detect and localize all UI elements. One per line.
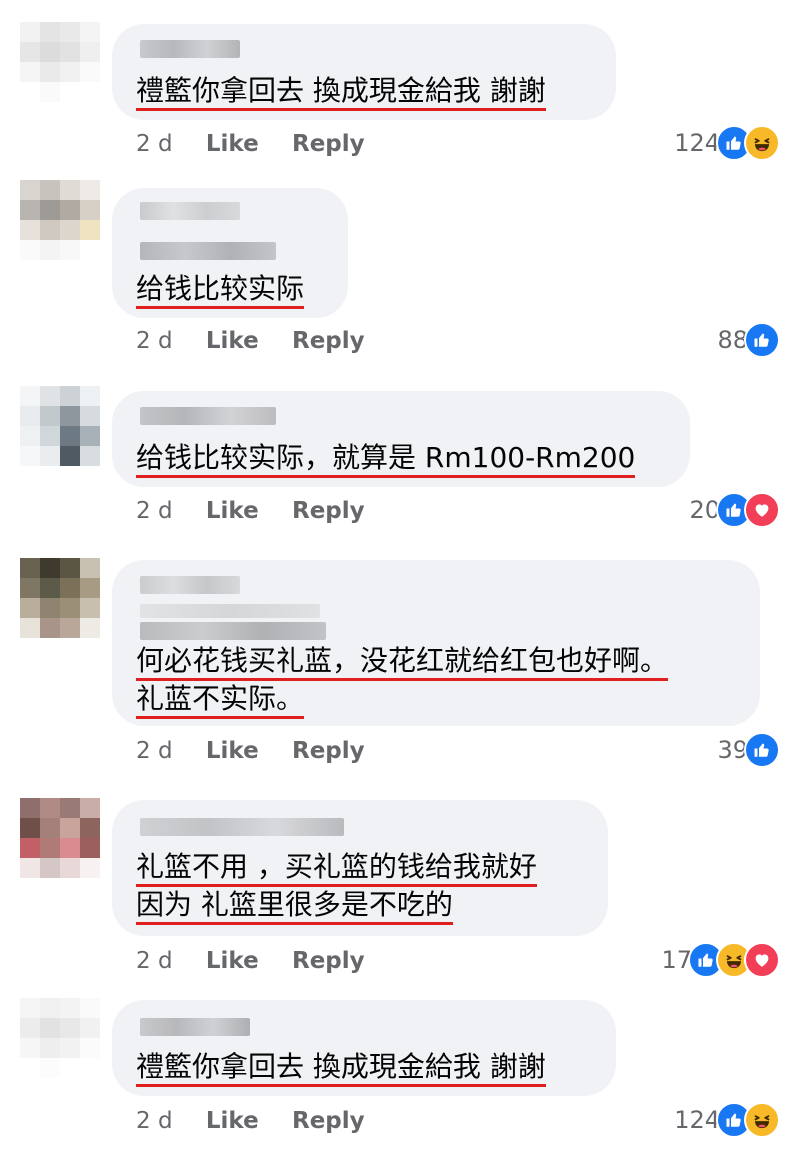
avatar[interactable] — [20, 386, 100, 466]
commenter-subtitle — [140, 242, 276, 260]
reaction-summary[interactable]: 17 — [661, 942, 780, 978]
commenter-name[interactable] — [140, 1018, 250, 1036]
like-button[interactable]: Like — [206, 738, 259, 764]
avatar[interactable] — [20, 180, 100, 260]
comment-text: 何必花钱买礼蓝，没花红就给红包也好啊。 — [136, 642, 669, 681]
avatar[interactable] — [20, 998, 100, 1078]
comment-actions: 2 d Like Reply — [136, 736, 365, 766]
timestamp[interactable]: 2 d — [136, 328, 173, 354]
comment-text: 给钱比较实际，就算是 Rm100-Rm200 — [136, 439, 636, 478]
avatar[interactable] — [20, 798, 100, 878]
comment-actions: 2 d Like Reply — [136, 326, 365, 356]
comment-bubble: 禮籃你拿回去 換成現金給我 謝謝 — [112, 1000, 616, 1096]
reply-button[interactable]: Reply — [292, 1108, 365, 1134]
commenter-name[interactable] — [140, 576, 240, 594]
timestamp[interactable]: 2 d — [136, 738, 173, 764]
avatar[interactable] — [20, 558, 100, 638]
comment-actions: 2 d Like Reply — [136, 129, 365, 159]
like-button[interactable]: Like — [206, 131, 259, 157]
timestamp[interactable]: 2 d — [136, 948, 173, 974]
haha-icon — [744, 1102, 780, 1138]
like-button[interactable]: Like — [206, 948, 259, 974]
love-icon — [744, 942, 780, 978]
commenter-name[interactable] — [140, 40, 240, 58]
timestamp[interactable]: 2 d — [136, 498, 173, 524]
comment-actions: 2 d Like Reply — [136, 496, 365, 526]
comment-text: 礼篮不用 ，买礼篮的钱给我就好 — [136, 848, 537, 887]
reaction-count: 124 — [674, 1106, 720, 1134]
comment-text: 因为 礼篮里很多是不吃的 — [136, 886, 453, 925]
comment-actions: 2 d Like Reply — [136, 1106, 365, 1136]
comment-bubble: 何必花钱买礼蓝，没花红就给红包也好啊。 礼蓝不实际。 — [112, 560, 760, 726]
comment-bubble: 礼篮不用 ，买礼篮的钱给我就好 因为 礼篮里很多是不吃的 — [112, 800, 608, 936]
timestamp[interactable]: 2 d — [136, 1108, 173, 1134]
commenter-name[interactable] — [140, 818, 344, 836]
reaction-summary[interactable]: 20 — [689, 492, 780, 528]
commenter-name[interactable] — [140, 407, 276, 425]
commenter-name[interactable] — [140, 202, 240, 220]
commenter-badge — [140, 622, 326, 640]
reply-button[interactable]: Reply — [292, 328, 365, 354]
reaction-count: 124 — [674, 129, 720, 157]
comment-bubble: 禮籃你拿回去 換成現金給我 謝謝 — [112, 24, 616, 120]
haha-icon — [744, 125, 780, 161]
reply-button[interactable]: Reply — [292, 948, 365, 974]
love-icon — [744, 492, 780, 528]
reaction-summary[interactable]: 39 — [717, 732, 780, 768]
like-icon — [744, 322, 780, 358]
reply-button[interactable]: Reply — [292, 131, 365, 157]
comment-bubble: 给钱比较实际，就算是 Rm100-Rm200 — [112, 391, 690, 487]
like-button[interactable]: Like — [206, 1108, 259, 1134]
commenter-subtitle — [140, 604, 320, 618]
reply-button[interactable]: Reply — [292, 738, 365, 764]
like-button[interactable]: Like — [206, 498, 259, 524]
reaction-summary[interactable]: 124 — [674, 125, 780, 161]
avatar[interactable] — [20, 22, 100, 102]
reaction-summary[interactable]: 124 — [674, 1102, 780, 1138]
like-button[interactable]: Like — [206, 328, 259, 354]
comment-text: 给钱比较实际 — [136, 270, 305, 309]
comment-actions: 2 d Like Reply — [136, 946, 365, 976]
reaction-summary[interactable]: 88 — [717, 322, 780, 358]
timestamp[interactable]: 2 d — [136, 131, 173, 157]
comment-bubble: 给钱比较实际 — [112, 188, 348, 318]
like-icon — [744, 732, 780, 768]
comment-text: 禮籃你拿回去 換成現金給我 謝謝 — [136, 1048, 546, 1087]
reply-button[interactable]: Reply — [292, 498, 365, 524]
comment-text: 礼蓝不实际。 — [136, 680, 305, 719]
comment-text: 禮籃你拿回去 換成現金給我 謝謝 — [136, 72, 546, 111]
